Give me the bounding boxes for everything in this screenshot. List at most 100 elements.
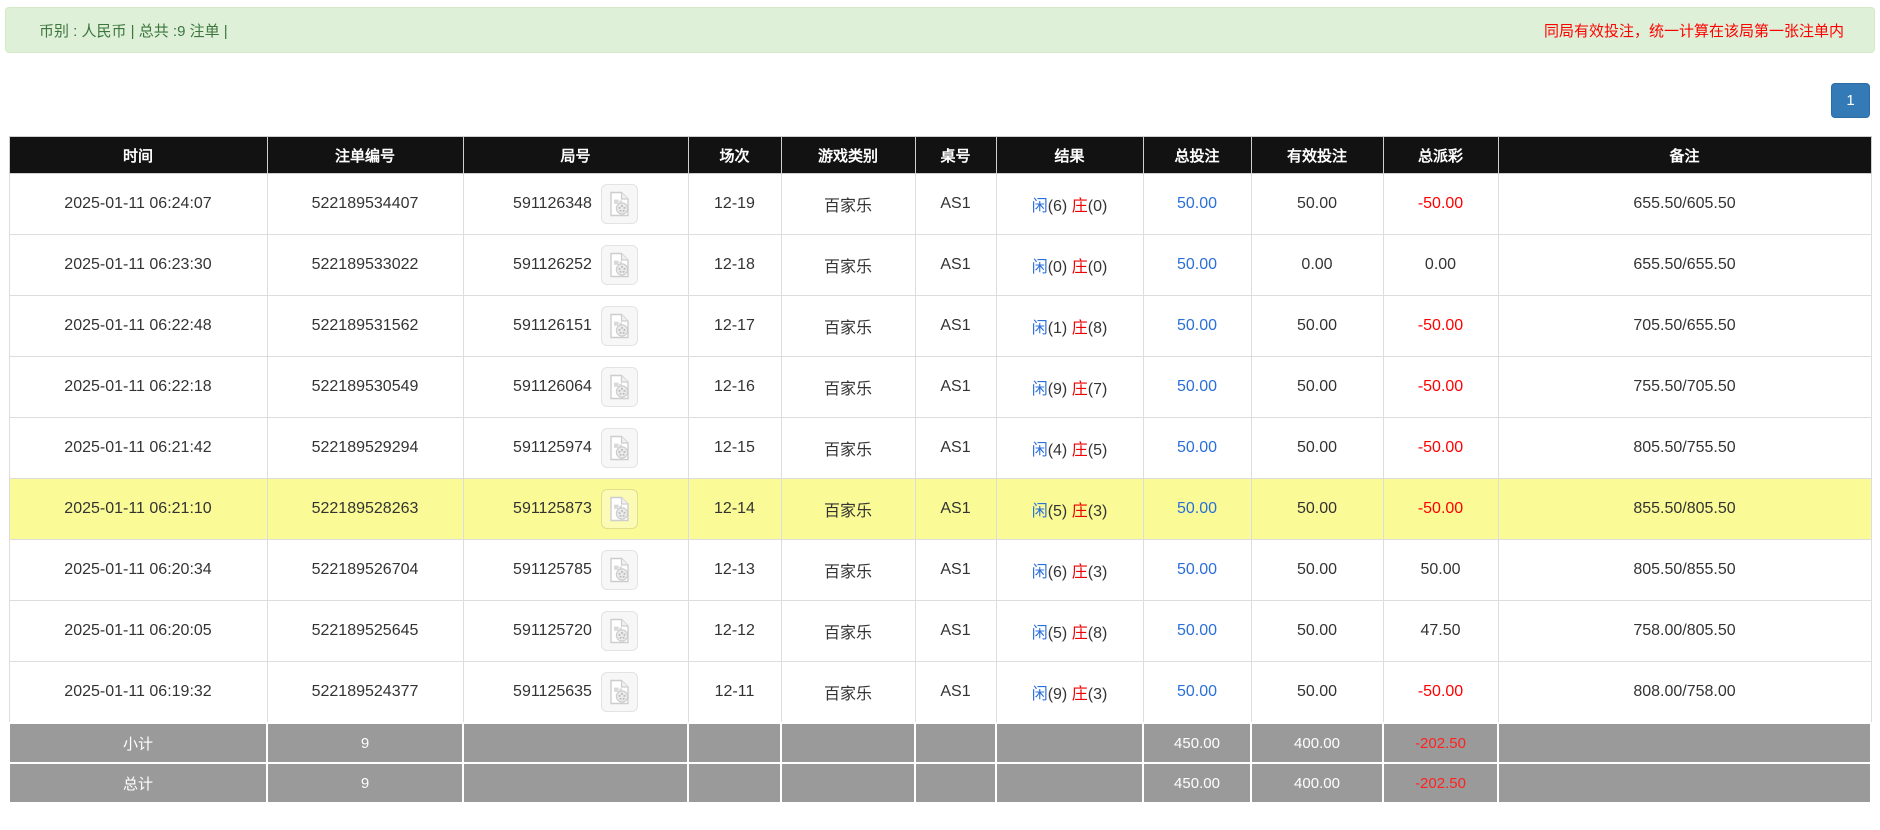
total-bet-link[interactable]: 50.00	[1177, 256, 1217, 273]
video-replay-button[interactable]	[600, 489, 638, 529]
banker-result-score: (7)	[1087, 381, 1108, 398]
player-result-label: 闲	[1031, 259, 1048, 276]
table-header-row: 时间 注单编号 局号 场次 游戏类别 桌号 结果 总投注 有效投注 总派彩 备注	[8, 136, 1872, 174]
cell-game-type: 百家乐	[780, 356, 916, 418]
film-document-icon	[610, 679, 629, 705]
player-result-score: (1)	[1047, 320, 1068, 337]
video-replay-button[interactable]	[600, 672, 638, 712]
banker-result-score: (0)	[1087, 198, 1108, 215]
subtotal-empty-cell	[687, 722, 782, 764]
player-result-label: 闲	[1031, 320, 1048, 337]
cell-game-type: 百家乐	[780, 234, 916, 296]
cell-bet-id: 522189528263	[266, 478, 464, 540]
cell-result: 闲(9) 庄(3)	[995, 661, 1144, 724]
col-header-table-no: 桌号	[914, 136, 997, 174]
total-bet-link[interactable]: 50.00	[1177, 439, 1217, 456]
cell-bet-id: 522189526704	[266, 539, 464, 601]
cell-bet-id: 522189534407	[266, 173, 464, 235]
player-result-score: (5)	[1047, 503, 1068, 520]
video-replay-button[interactable]	[600, 611, 638, 651]
table-row: 2025-01-11 06:19:32 522189524377 5911256…	[8, 661, 1872, 724]
total-bet-link[interactable]: 50.00	[1177, 561, 1217, 578]
total-bet-link[interactable]: 50.00	[1177, 378, 1217, 395]
film-document-icon	[610, 435, 629, 461]
player-result-label: 闲	[1031, 198, 1048, 215]
cell-time: 2025-01-11 06:24:07	[8, 173, 268, 235]
total-bet-link[interactable]: 50.00	[1177, 683, 1217, 700]
cell-payout: -50.00	[1382, 417, 1499, 479]
cell-bet-id: 522189529294	[266, 417, 464, 479]
video-replay-button[interactable]	[600, 245, 638, 285]
cell-game-type: 百家乐	[780, 600, 916, 662]
cell-time: 2025-01-11 06:22:18	[8, 356, 268, 418]
grand-total-valid-bet: 400.00	[1250, 762, 1384, 804]
cell-table-no: AS1	[914, 234, 997, 296]
cell-table-no: AS1	[914, 478, 997, 540]
cell-valid-bet: 50.00	[1250, 539, 1384, 601]
banker-result-label: 庄	[1071, 198, 1088, 215]
video-replay-button[interactable]	[600, 428, 638, 468]
banker-result-label: 庄	[1071, 259, 1088, 276]
cell-table-no: AS1	[914, 295, 997, 357]
cell-valid-bet: 50.00	[1250, 173, 1384, 235]
table-row: 2025-01-11 06:23:30 522189533022 5911262…	[8, 234, 1872, 296]
col-header-valid-bet: 有效投注	[1250, 136, 1384, 174]
cell-total-bet: 50.00	[1142, 173, 1252, 235]
total-bet-link[interactable]: 50.00	[1177, 500, 1217, 517]
banker-result-score: (3)	[1087, 686, 1108, 703]
grand-total-total-bet: 450.00	[1142, 762, 1252, 804]
film-document-icon	[610, 374, 629, 400]
round-id-text: 591125635	[513, 683, 592, 700]
cell-result: 闲(9) 庄(7)	[995, 356, 1144, 418]
grand-total-label: 总计	[8, 762, 268, 804]
cell-session: 12-13	[687, 539, 782, 601]
player-result-label: 闲	[1031, 503, 1048, 520]
cell-session: 12-19	[687, 173, 782, 235]
cell-valid-bet: 50.00	[1250, 478, 1384, 540]
currency-total-text: 币别 : 人民币 | 总共 :9 注单 |	[39, 22, 228, 40]
cell-result: 闲(4) 庄(5)	[995, 417, 1144, 479]
total-bet-link[interactable]: 50.00	[1177, 622, 1217, 639]
player-result-label: 闲	[1031, 686, 1048, 703]
player-result-label: 闲	[1031, 564, 1048, 581]
cell-time: 2025-01-11 06:20:34	[8, 539, 268, 601]
subtotal-total-bet: 450.00	[1142, 722, 1252, 764]
banker-result-score: (3)	[1087, 564, 1108, 581]
video-replay-button[interactable]	[600, 550, 638, 590]
video-replay-button[interactable]	[600, 184, 638, 224]
cell-remark: 805.50/755.50	[1497, 417, 1872, 479]
cell-remark: 808.00/758.00	[1497, 661, 1872, 724]
cell-remark: 755.50/705.50	[1497, 356, 1872, 418]
subtotal-row: 小计 9 450.00 400.00 -202.50	[8, 722, 1872, 764]
cell-remark: 855.50/805.50	[1497, 478, 1872, 540]
pagination: 1	[0, 83, 1870, 118]
cell-bet-id: 522189530549	[266, 356, 464, 418]
grand-total-empty-cell	[995, 762, 1144, 804]
cell-game-type: 百家乐	[780, 539, 916, 601]
cell-table-no: AS1	[914, 356, 997, 418]
banker-result-label: 庄	[1071, 320, 1088, 337]
film-document-icon	[610, 618, 629, 644]
total-bet-link[interactable]: 50.00	[1177, 195, 1217, 212]
page-1-button[interactable]: 1	[1831, 83, 1870, 118]
player-result-label: 闲	[1031, 625, 1048, 642]
cell-valid-bet: 50.00	[1250, 356, 1384, 418]
total-bet-link[interactable]: 50.00	[1177, 317, 1217, 334]
cell-remark: 705.50/655.50	[1497, 295, 1872, 357]
cell-bet-id: 522189531562	[266, 295, 464, 357]
cell-remark: 805.50/855.50	[1497, 539, 1872, 601]
grand-total-empty-cell	[462, 762, 689, 804]
video-replay-button[interactable]	[600, 367, 638, 407]
player-result-score: (5)	[1047, 625, 1068, 642]
cell-table-no: AS1	[914, 539, 997, 601]
banker-result-score: (0)	[1087, 259, 1108, 276]
film-document-icon	[610, 191, 629, 217]
cell-valid-bet: 50.00	[1250, 661, 1384, 724]
cell-remark: 655.50/605.50	[1497, 173, 1872, 235]
round-id-text: 591126348	[513, 195, 592, 212]
subtotal-valid-bet: 400.00	[1250, 722, 1384, 764]
player-result-label: 闲	[1031, 442, 1048, 459]
video-replay-button[interactable]	[600, 306, 638, 346]
cell-game-type: 百家乐	[780, 295, 916, 357]
currency-summary-bar: 币别 : 人民币 | 总共 :9 注单 | 同局有效投注，统一计算在该局第一张注…	[5, 7, 1875, 53]
